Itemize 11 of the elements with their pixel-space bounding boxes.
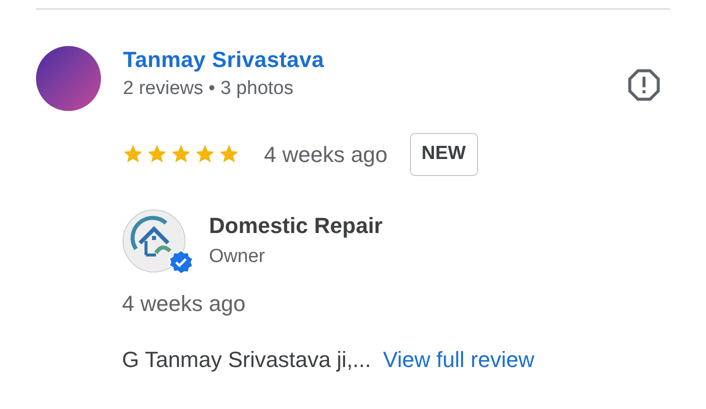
owner-name: Domestic Repair — [209, 212, 383, 240]
response-time: 4 weeks ago — [121, 290, 247, 318]
report-icon[interactable] — [626, 67, 662, 103]
new-badge: NEW — [410, 133, 478, 176]
author-name[interactable]: Tanmay Srivastava — [123, 46, 626, 74]
house-logo-drawing — [122, 208, 186, 272]
owner-role: Owner — [209, 245, 266, 269]
view-full-review-link[interactable]: View full review — [383, 346, 534, 374]
review-time: 4 weeks ago — [264, 140, 388, 169]
author-stats: 2 reviews • 3 photos — [123, 77, 294, 101]
response-excerpt: G Tanmay Srivastava ji,... — [122, 346, 372, 374]
